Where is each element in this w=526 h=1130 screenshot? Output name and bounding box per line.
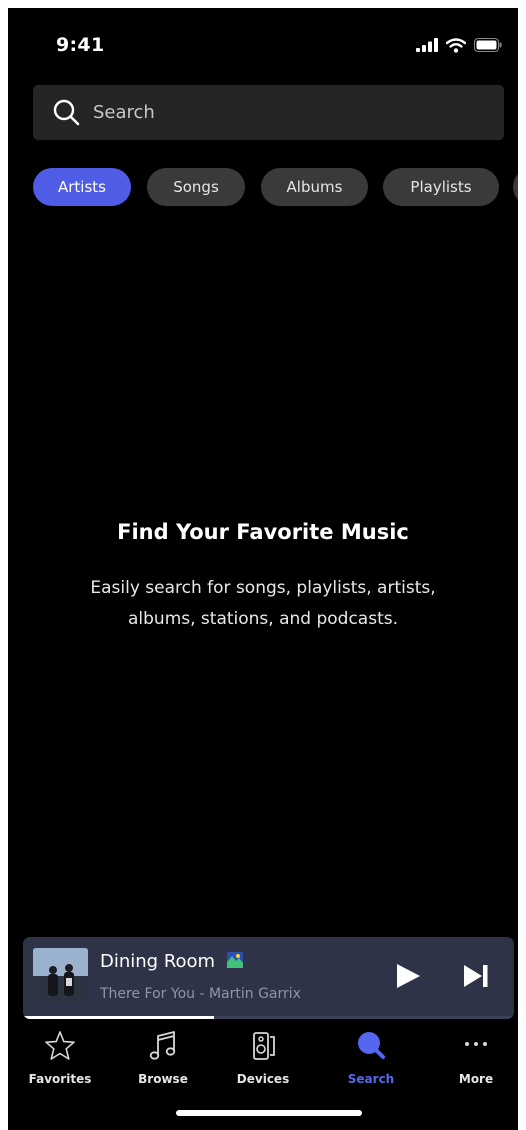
tab-label: Search — [347, 1072, 395, 1086]
chip-overflow[interactable] — [513, 168, 518, 206]
tab-more[interactable]: More — [426, 1029, 518, 1093]
home-indicator — [176, 1110, 362, 1116]
chip-label: Songs — [173, 178, 219, 196]
status-bar: 9:41 — [8, 8, 518, 78]
battery-icon — [474, 38, 502, 52]
search-icon — [358, 1032, 385, 1059]
tab-bar: Favorites Browse Devices Search More — [8, 1023, 518, 1093]
playback-progress-fill — [23, 1016, 215, 1019]
more-icon — [465, 1042, 487, 1046]
album-artwork[interactable] — [33, 948, 88, 1003]
chip-artists[interactable]: Artists — [33, 168, 131, 206]
search-icon — [53, 99, 80, 126]
mini-player[interactable]: Dining Room There For You - Martin Garri… — [23, 937, 514, 1019]
room-label: Dining Room — [100, 951, 216, 972]
tab-label: Devices — [236, 1072, 290, 1086]
filter-chips: Artists Songs Albums Playlists — [33, 168, 518, 206]
tab-label: Favorites — [28, 1072, 92, 1086]
play-button[interactable] — [393, 961, 423, 991]
signal-icon — [416, 38, 438, 52]
status-time: 9:41 — [56, 34, 105, 56]
chip-playlists[interactable]: Playlists — [383, 168, 499, 206]
tab-favorites[interactable]: Favorites — [10, 1029, 110, 1093]
room-name: Dining Room — [100, 951, 243, 972]
tab-devices[interactable]: Devices — [213, 1029, 313, 1093]
room-flag-icon — [226, 952, 243, 968]
wifi-icon — [446, 37, 466, 53]
music-note-icon — [149, 1031, 176, 1060]
album-artwork-image — [33, 948, 88, 1003]
search-bar[interactable] — [33, 85, 504, 140]
tab-label: More — [458, 1072, 494, 1086]
next-track-button[interactable] — [461, 962, 491, 990]
empty-state-description: Easily search for songs, playlists, arti… — [90, 578, 436, 629]
speaker-icon — [253, 1032, 275, 1060]
chip-songs[interactable]: Songs — [147, 168, 245, 206]
track-info: There For You - Martin Garrix — [100, 986, 301, 1002]
status-icons — [416, 36, 502, 54]
chip-label: Playlists — [410, 178, 472, 196]
app-screen: 9:41 Search Artists Songs Albums Playlis… — [8, 8, 518, 1130]
playback-progress-track — [23, 1016, 514, 1019]
tab-label: Browse — [138, 1072, 188, 1086]
chip-label: Artists — [58, 178, 106, 196]
chip-albums[interactable]: Albums — [261, 168, 368, 206]
search-input[interactable] — [93, 85, 493, 140]
empty-state-title: Find Your Favorite Music — [117, 520, 409, 544]
tab-search[interactable]: Search — [321, 1029, 421, 1093]
star-icon — [45, 1031, 75, 1060]
tab-browse[interactable]: Browse — [113, 1029, 213, 1093]
chip-label: Albums — [286, 178, 343, 196]
